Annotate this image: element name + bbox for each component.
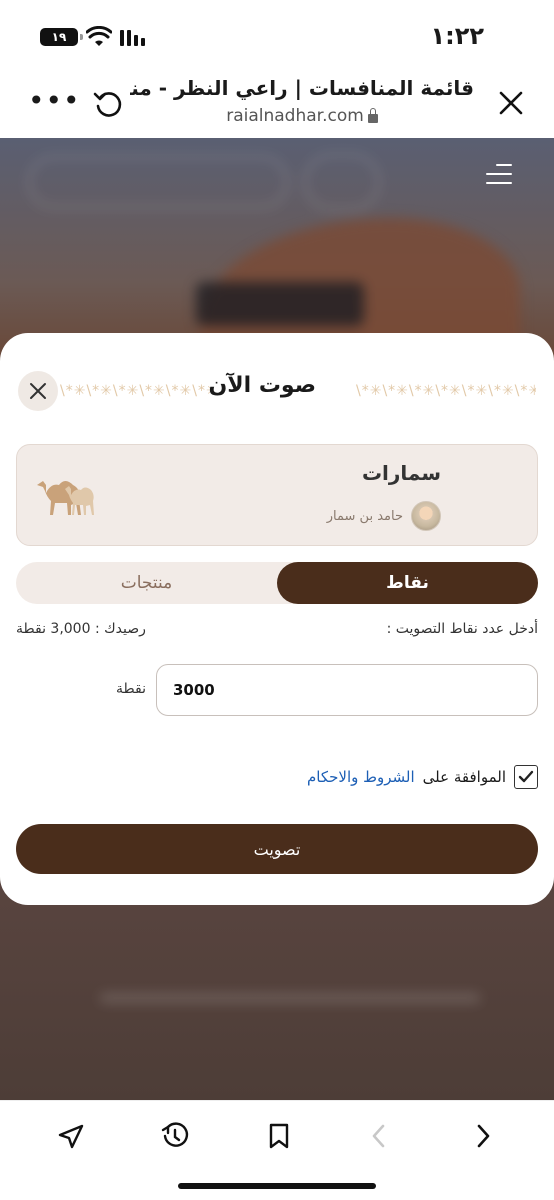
points-prompt: أدخل عدد نقاط التصويت : [386,621,538,637]
page-title: قائمة المنافسات | راعي النظر - منق... [130,76,474,100]
url-text: raialnadhar.com [226,106,364,126]
modal-title: صوت الآن [208,373,316,398]
reload-icon[interactable] [90,86,126,122]
more-icon[interactable]: ••• [28,87,81,115]
modal-close-button[interactable] [18,371,58,411]
terms-checkbox[interactable] [514,765,538,789]
address-area[interactable]: قائمة المنافسات | راعي النظر - منق... ra… [130,76,474,126]
url-row: raialnadhar.com [130,106,474,126]
checkmark-icon [518,770,534,783]
owner-name: حامد بن سمار [326,508,403,524]
tab-points[interactable]: نقاط [277,562,538,604]
decorative-pattern: \*✳\*✳\*✳\*✳\*✳\*✳\*✳\* [356,383,536,399]
cellular-signal-icon [120,28,145,46]
entry-card: سمارات حامد بن سمار [16,444,538,546]
battery-indicator: ١٩ [40,28,83,46]
close-icon [30,383,46,399]
terms-prefix: الموافقة على [422,768,506,786]
terms-row: الموافقة على الشروط والاحكام [307,765,538,789]
browser-header: ••• قائمة المنافسات | راعي النظر - منق..… [0,70,554,138]
avatar [411,501,441,531]
tab-products[interactable]: منتجات [16,562,277,604]
wifi-icon [86,26,112,46]
modal-header: \*✳\*✳\*✳\*✳\*✳\*✳\*✳\* صوت الآن \*✳\*✳\… [18,363,536,417]
camel-icon [37,481,94,515]
status-time: ١:٢٢ [430,22,484,50]
bookmark-icon[interactable] [264,1121,294,1151]
balance-text: رصيدك : 3,000 نقطة [16,621,146,637]
status-bar: ١٩ ١:٢٢ [0,0,554,70]
lock-icon [367,107,378,123]
vote-modal: \*✳\*✳\*✳\*✳\*✳\*✳\*✳\* صوت الآن \*✳\*✳\… [0,333,554,905]
vote-type-tabs: نقاط منتجات [16,562,538,604]
share-icon[interactable] [56,1121,86,1151]
chevron-left-icon [364,1121,394,1151]
close-icon[interactable] [496,88,526,118]
decorative-pattern: \*✳\*✳\*✳\*✳\*✳\*✳\*✳\* [60,383,210,399]
vote-submit-button[interactable]: تصويت [16,824,538,874]
menu-icon [486,164,512,191]
points-unit-label: نقطة [116,681,146,697]
browser-toolbar [0,1100,554,1200]
terms-link[interactable]: الشروط والاحكام [307,768,415,786]
owner-row: حامد بن سمار [327,501,441,531]
points-info-row: أدخل عدد نقاط التصويت : رصيدك : 3,000 نق… [16,621,538,637]
history-icon[interactable] [160,1121,190,1151]
entry-name: سمارات [361,461,441,485]
chevron-right-icon[interactable] [468,1121,498,1151]
home-indicator [178,1183,376,1189]
points-amount-input[interactable] [156,664,538,716]
